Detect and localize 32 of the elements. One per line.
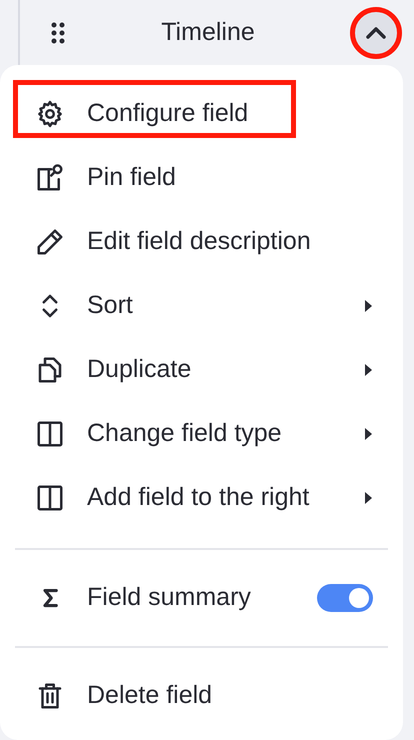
pin-column-icon — [35, 163, 65, 193]
settings-icon — [35, 99, 65, 129]
menu-item-label: Add field to the right — [87, 482, 310, 514]
menu-item[interactable]: Change field type — [0, 402, 403, 466]
drag-handle-icon[interactable] — [50, 20, 66, 44]
menu-item-label: Edit field description — [87, 226, 311, 258]
menu-item-label: Sort — [87, 290, 133, 322]
menu-item-label: Configure field — [87, 98, 248, 130]
toggle-switch[interactable] — [317, 584, 373, 612]
pencil-icon — [35, 227, 65, 257]
menu-item[interactable]: Pin field — [0, 146, 403, 210]
chevron-up-icon — [365, 26, 387, 40]
columns-icon — [35, 419, 65, 449]
submenu-arrow-icon — [363, 363, 373, 377]
menu-item[interactable]: Configure field — [0, 82, 403, 146]
menu-item[interactable]: Delete field — [0, 664, 403, 728]
menu-item-label: Field summary — [87, 582, 251, 614]
menu-item-label: Duplicate — [87, 354, 192, 386]
menu-item-label: Change field type — [87, 418, 282, 450]
column-title: Timeline — [160, 16, 256, 48]
menu-item[interactable]: Add field to the right — [0, 466, 403, 530]
menu-item-label: Delete field — [87, 680, 212, 712]
menu-item[interactable]: Sort — [0, 274, 403, 338]
submenu-arrow-icon — [363, 299, 373, 313]
menu-item[interactable]: Edit field description — [0, 210, 403, 274]
submenu-arrow-icon — [363, 427, 373, 441]
collapse-button[interactable] — [350, 6, 402, 58]
menu-item[interactable]: Field summary — [0, 566, 403, 630]
menu-item[interactable]: Duplicate — [0, 338, 403, 402]
submenu-arrow-icon — [363, 491, 373, 505]
columns-icon — [35, 483, 65, 513]
menu-item-label: Pin field — [87, 162, 176, 194]
